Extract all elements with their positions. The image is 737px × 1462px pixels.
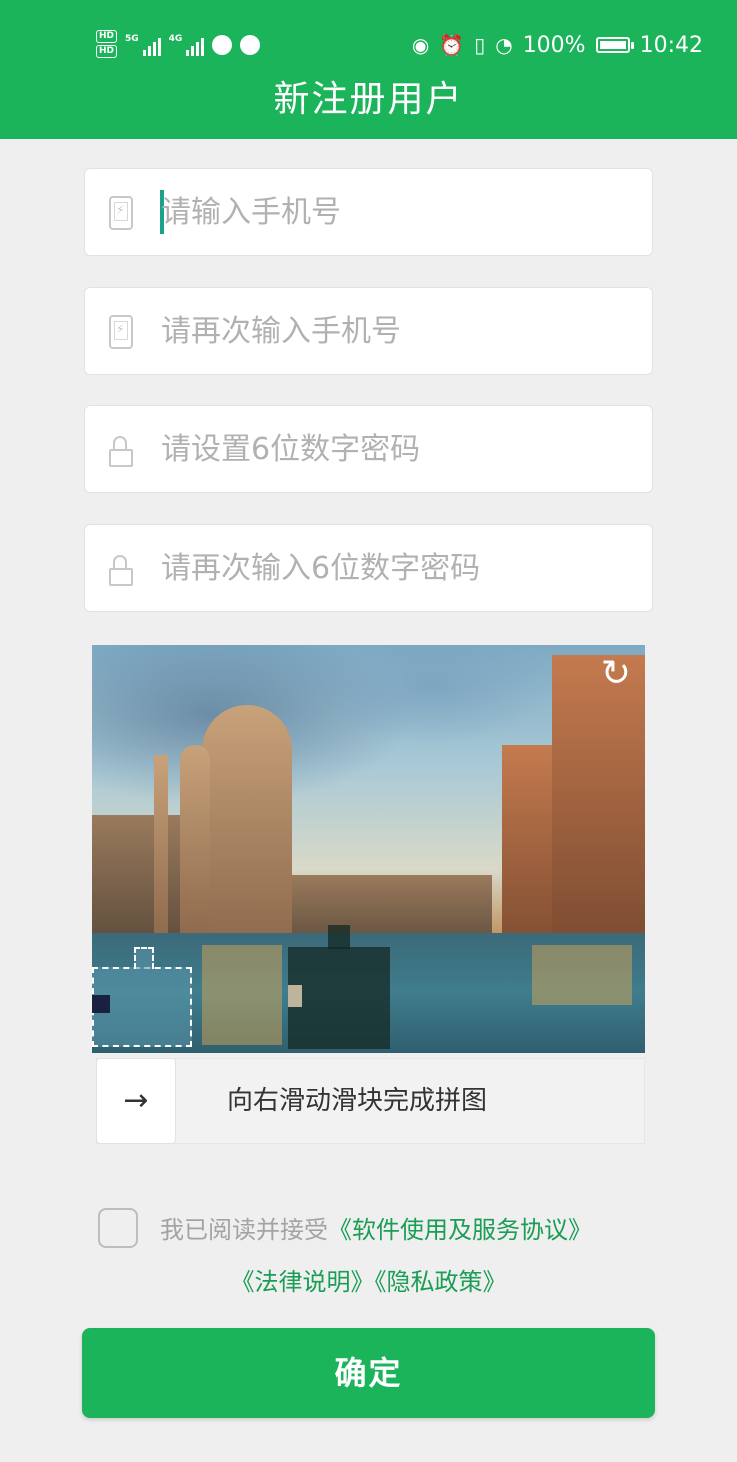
scene-tower	[154, 755, 168, 955]
vibrate-icon: ▯	[474, 33, 486, 57]
password-input[interactable]	[161, 406, 631, 492]
scene-reflection	[532, 945, 632, 1005]
signal-4g-icon: 4G	[169, 34, 205, 56]
agreement-text: 我已阅读并接受《软件使用及服务协议》	[160, 1210, 592, 1245]
status-left: HD HD 5G 4G	[96, 28, 261, 62]
scene-building	[552, 655, 645, 955]
scene-tower	[180, 745, 210, 955]
speed-icon: ◔	[495, 33, 513, 57]
hd-indicators: HD HD	[96, 30, 118, 60]
phone-icon	[109, 315, 133, 349]
scene-dome	[202, 705, 292, 965]
password-field[interactable]	[84, 405, 653, 493]
slider-handle[interactable]: →	[96, 1058, 176, 1144]
captcha-slider-track: → 向右滑动滑块完成拼图	[96, 1058, 645, 1144]
battery-icon	[595, 37, 634, 53]
slider-hint-text: 向右滑动滑块完成拼图	[227, 1086, 488, 1116]
lock-icon	[109, 436, 133, 470]
navigation-icon	[240, 35, 261, 55]
legal-statement-link[interactable]: 《法律说明》	[231, 1268, 375, 1296]
globe-icon	[212, 35, 233, 55]
password-confirm-field[interactable]	[84, 524, 653, 612]
status-right: ◉ ⏰ ▯ ◔ 100% 10:42	[412, 28, 703, 62]
confirm-button[interactable]: 确定	[82, 1328, 655, 1418]
phone-confirm-field[interactable]	[84, 287, 653, 375]
privacy-policy-link[interactable]: 《隐私政策》	[375, 1268, 507, 1296]
agreement-links: 《法律说明》《隐私政策》	[0, 1262, 737, 1297]
lock-icon	[109, 555, 133, 589]
puzzle-piece[interactable]	[92, 947, 192, 1047]
agreement-checkbox[interactable]	[98, 1208, 138, 1248]
app-header: HD HD 5G 4G ◉ ⏰ ▯ ◔ 100% 10:42 新注册用户	[0, 0, 737, 139]
signal-5g-icon: 5G	[125, 34, 161, 56]
scene-reflection	[202, 945, 282, 1045]
phone-field[interactable]	[84, 168, 653, 256]
puzzle-target-slot	[288, 925, 390, 1049]
page-title: 新注册用户	[273, 79, 464, 120]
phone-confirm-input[interactable]	[161, 288, 631, 374]
hd2-badge: HD	[96, 45, 118, 58]
phone-icon	[109, 196, 133, 230]
alarm-icon: ⏰	[439, 33, 465, 57]
service-agreement-link[interactable]: 《软件使用及服务协议》	[328, 1216, 592, 1244]
battery-percent: 100%	[522, 32, 586, 58]
refresh-icon[interactable]: ↻	[597, 655, 635, 693]
captcha-image: ↻	[92, 645, 645, 1053]
password-confirm-input[interactable]	[161, 525, 631, 611]
phone-input[interactable]	[161, 169, 631, 255]
eye-icon: ◉	[411, 33, 430, 57]
hd1-badge: HD	[96, 30, 118, 43]
agreement-prefix: 我已阅读并接受	[160, 1216, 328, 1244]
clock: 10:42	[639, 32, 703, 58]
